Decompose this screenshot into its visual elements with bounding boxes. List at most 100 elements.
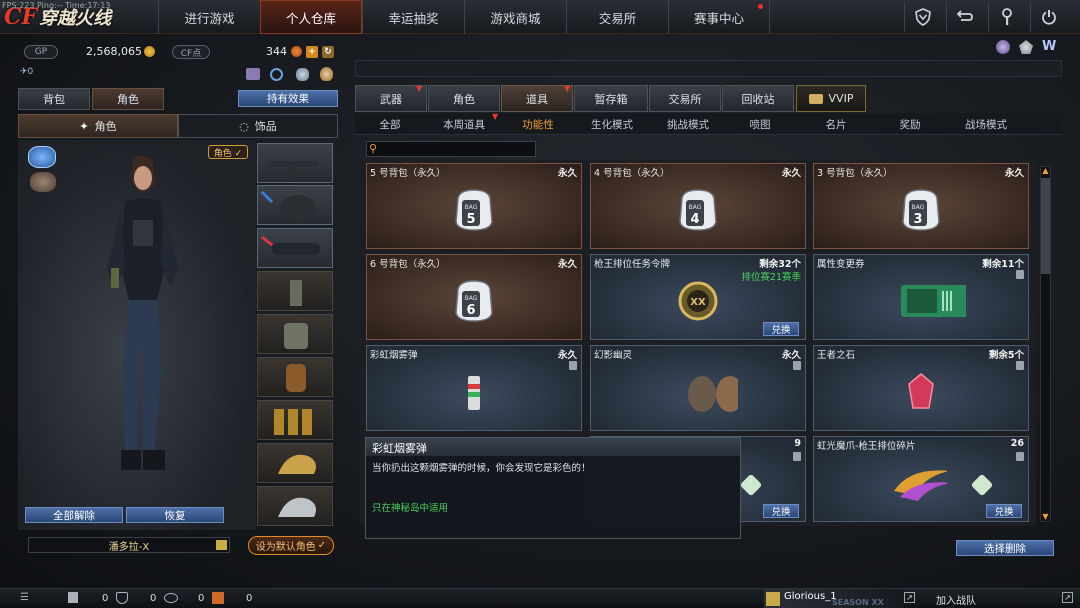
gp-coin-icon bbox=[144, 46, 155, 57]
rtab-storage[interactable]: 暂存箱 bbox=[574, 85, 648, 112]
redeem-button[interactable]: 兑换 bbox=[763, 322, 799, 336]
slot-vest[interactable] bbox=[257, 314, 333, 354]
subtab-zombie[interactable]: 生化模式 bbox=[582, 114, 642, 134]
subtab-reward[interactable]: 奖励 bbox=[884, 114, 936, 134]
subtab-challenge[interactable]: 挑战模式 bbox=[656, 114, 720, 134]
expand-icon[interactable]: ↗ bbox=[1062, 592, 1073, 603]
join-team-link[interactable]: 加入战队 bbox=[936, 592, 976, 607]
backpack-icon[interactable] bbox=[68, 592, 78, 603]
vip-w-icon[interactable]: W bbox=[1042, 40, 1058, 54]
item-name: 王者之石 bbox=[817, 350, 856, 361]
item-card[interactable]: 虹光魔爪-枪王排位碎片 26 兑换 bbox=[813, 436, 1029, 522]
subtab-functional[interactable]: 功能性 bbox=[508, 114, 568, 134]
role-type-icon[interactable] bbox=[28, 146, 56, 168]
slot-helmet[interactable] bbox=[257, 185, 333, 225]
rtab-recycle[interactable]: 回收站 bbox=[722, 85, 794, 112]
game-window: CF 穿越火线 FPS:223 Ping:-- Time:17:13 进行游戏 个… bbox=[0, 0, 1080, 608]
svg-text:XX: XX bbox=[690, 297, 706, 308]
rtab-vvip[interactable]: VVIP bbox=[796, 85, 866, 112]
person-add-icon[interactable] bbox=[296, 68, 309, 81]
item-card[interactable]: 3 号背包（永久） 永久 BAG 3 bbox=[813, 163, 1029, 249]
item-card[interactable]: 王者之石 剩余5个 bbox=[813, 345, 1029, 431]
gift-box-icon[interactable] bbox=[212, 592, 224, 604]
subtab-accessory[interactable]: ◌ 饰品 bbox=[178, 114, 338, 138]
restore-button[interactable]: 恢复 bbox=[126, 507, 224, 523]
subtab-namecard[interactable]: 名片 bbox=[810, 114, 862, 134]
backpack-count: 0 bbox=[102, 593, 109, 604]
search-input[interactable] bbox=[366, 141, 536, 157]
character-name-field[interactable]: 潘多拉-X bbox=[28, 537, 230, 553]
player-card[interactable]: Glorious_1 SEASON XX bbox=[764, 589, 904, 608]
slot-silver-beast[interactable] bbox=[257, 486, 333, 526]
redeem-button[interactable]: 兑换 bbox=[986, 504, 1022, 518]
item-name: 5 号背包（永久） bbox=[370, 168, 446, 179]
expand-icon[interactable]: ↗ bbox=[904, 592, 915, 603]
item-duration: 永久 bbox=[557, 259, 577, 270]
nav-tab-exchange[interactable]: 交易所 bbox=[566, 0, 668, 34]
power-icon[interactable] bbox=[1030, 2, 1066, 32]
scrollbar-thumb[interactable] bbox=[1041, 178, 1050, 274]
effects-button[interactable]: 持有效果 bbox=[238, 90, 338, 107]
shield-icon[interactable] bbox=[904, 2, 940, 32]
shield-small-icon[interactable] bbox=[116, 592, 128, 604]
tab-character[interactable]: 角色 bbox=[92, 88, 164, 110]
rtab-characters[interactable]: 角色 bbox=[428, 85, 500, 112]
subtab-role[interactable]: ✦ 角色 bbox=[18, 114, 178, 138]
item-duration: 永久 bbox=[557, 350, 577, 361]
recharge-button[interactable]: + bbox=[306, 46, 318, 58]
svg-text:BAG: BAG bbox=[689, 204, 702, 211]
rank-icon bbox=[766, 592, 780, 606]
subtab-weekly[interactable]: 本周道具 bbox=[432, 114, 496, 134]
gp-label: GP bbox=[24, 45, 58, 59]
nav-tab-play[interactable]: 进行游戏 bbox=[158, 0, 260, 34]
menu-icon[interactable]: ☰ bbox=[20, 592, 29, 603]
name-edit-icon[interactable] bbox=[216, 540, 227, 550]
gift-icon[interactable] bbox=[246, 68, 260, 80]
tab-backpack[interactable]: 背包 bbox=[18, 88, 90, 110]
unequip-all-button[interactable]: 全部解除 bbox=[25, 507, 123, 523]
subtab-battlefield[interactable]: 战场模式 bbox=[956, 114, 1016, 134]
redeem-button[interactable]: 兑换 bbox=[763, 504, 799, 518]
item-card[interactable]: 6 号背包（永久） 永久 BAG 6 bbox=[366, 254, 582, 340]
select-delete-button[interactable]: 选择删除 bbox=[956, 540, 1054, 556]
item-duration: 剩余5个 bbox=[988, 350, 1024, 361]
back-icon[interactable] bbox=[946, 2, 982, 32]
rtab-items[interactable]: 道具 bbox=[501, 85, 573, 112]
item-card[interactable]: 枪王排位任务令牌 剩余32个 排位赛21赛季 XX 兑换 bbox=[590, 254, 806, 340]
slot-backpack[interactable] bbox=[257, 357, 333, 397]
tooltip-title: 彩虹烟雾弹 bbox=[366, 438, 740, 456]
nav-tab-shop[interactable]: 游戏商城 bbox=[464, 0, 566, 34]
item-card[interactable]: 属性变更券 剩余11个 bbox=[813, 254, 1029, 340]
role-alt-icon[interactable] bbox=[30, 172, 56, 192]
scroll-up-icon[interactable]: ▲ bbox=[1041, 166, 1050, 175]
badge-icon[interactable] bbox=[1019, 40, 1033, 54]
item-card[interactable]: 彩虹烟雾弹 永久 bbox=[366, 345, 582, 431]
refresh-icon[interactable]: ↻ bbox=[322, 46, 334, 58]
item-card[interactable]: 5 号背包（永久） 永久 BAG 5 bbox=[366, 163, 582, 249]
item-card[interactable]: 幻影幽灵 永久 bbox=[590, 345, 806, 431]
wrench-icon[interactable] bbox=[988, 2, 1024, 32]
scroll-down-icon[interactable]: ▼ bbox=[1041, 512, 1050, 521]
slot-ammo[interactable] bbox=[257, 400, 333, 440]
new-flag-icon: ▼ bbox=[492, 112, 499, 121]
slot-rifle[interactable] bbox=[257, 143, 333, 183]
item-card[interactable]: 4 号背包（永久） 永久 BAG 4 bbox=[590, 163, 806, 249]
rtab-exchange[interactable]: 交易所 bbox=[649, 85, 721, 112]
svg-text:5: 5 bbox=[466, 212, 475, 227]
slot-goggles[interactable] bbox=[257, 228, 333, 268]
cycle-icon[interactable] bbox=[270, 68, 283, 81]
set-default-role-button[interactable]: 设为默认角色 ✓ bbox=[248, 536, 334, 555]
new-flag-icon: ▼ bbox=[416, 84, 423, 93]
slot-gold-beast[interactable] bbox=[257, 443, 333, 483]
subtab-all[interactable]: 全部 bbox=[360, 114, 420, 134]
chat-icon[interactable] bbox=[164, 593, 178, 603]
pet-icon[interactable] bbox=[320, 67, 333, 81]
globe-icon[interactable] bbox=[996, 40, 1010, 54]
nav-tab-warehouse[interactable]: 个人仓库 bbox=[260, 0, 362, 34]
slot-radio[interactable] bbox=[257, 271, 333, 311]
bottom-bar: ☰ 0 0 0 0 Glorious_1 SEASON XX ↗ 加入战队 ↗ bbox=[0, 588, 1080, 608]
role-badge[interactable]: 角色 ✓ bbox=[208, 145, 248, 159]
nav-tab-lottery[interactable]: 幸运抽奖 bbox=[362, 0, 464, 34]
subtab-spray[interactable]: 喷图 bbox=[734, 114, 786, 134]
nav-tab-events[interactable]: 赛事中心 bbox=[668, 0, 770, 34]
